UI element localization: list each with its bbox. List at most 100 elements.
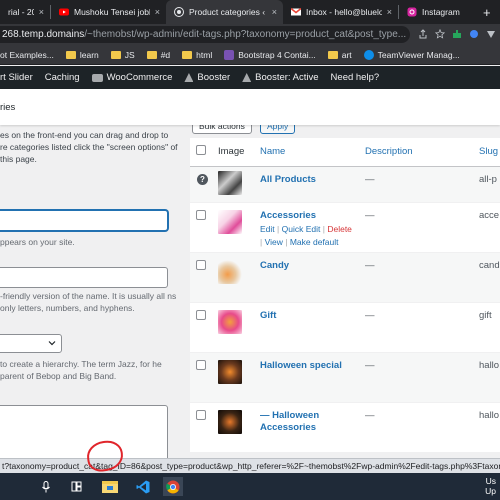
url-host: 268.temp.domains [2,29,85,40]
folder-icon [110,50,121,59]
tab-title: Mushoku Tensei joble [74,7,150,17]
category-thumbnail [218,359,242,384]
share-icon[interactable] [418,28,428,41]
file-explorer-icon[interactable] [100,477,120,496]
category-slug: acce [479,202,500,253]
bookmark-item[interactable]: Bootstrap 4 Contai... [224,49,316,60]
category-description: — [365,302,479,353]
tab-title: rial - 20 [8,7,34,17]
adminbar-item-slider[interactable]: rt Slider [0,72,33,83]
adminbar-item-booster[interactable]: Booster [184,72,230,83]
wp-admin-bar: rt Slider Caching WooCommerce Booster Bo… [0,66,500,89]
category-thumbnail [218,209,242,234]
quick-edit-link[interactable]: Quick Edit [282,224,321,234]
row-checkbox[interactable] [196,209,206,220]
table-row: Gift — gift [190,302,500,353]
extension-icon[interactable] [452,29,462,41]
category-name-link[interactable]: Candy [260,260,289,271]
bookmark-folder[interactable]: html [182,50,212,60]
category-name-link[interactable]: All Products [260,174,316,185]
vscode-icon[interactable] [133,477,153,496]
category-name-link[interactable]: — Halloween Accessories [260,410,330,434]
bookmark-label: learn [79,49,99,60]
booster-icon [184,73,194,82]
bookmark-item[interactable]: TeamViewer Manag... [363,49,460,60]
category-name-link[interactable]: Halloween special [260,360,342,371]
tab-title: Product categories ‹ T [189,7,267,17]
column-header-image: Image [218,138,260,167]
description-textarea[interactable] [0,405,168,458]
new-tab-button[interactable]: + [483,5,491,20]
category-thumbnail [218,170,242,195]
parent-category-select[interactable] [0,334,62,353]
extension-icon-2[interactable] [469,29,479,41]
bookmark-label: #d [160,49,171,60]
bookmark-folder[interactable]: learn [65,49,99,60]
url-field[interactable]: 268.temp.domains /~themobst/wp-admin/edi… [0,26,410,43]
form-intro-text: es on the front-end you can drag and dro… [0,130,178,164]
slug-field[interactable] [0,267,168,288]
teamviewer-icon [363,49,374,60]
bookmark-label: ot Examples... [0,49,54,60]
star-icon[interactable] [434,28,446,41]
close-icon[interactable]: × [155,7,160,17]
bookmark-folder[interactable]: JS [110,50,135,60]
help-icon[interactable]: ? [197,173,208,185]
category-thumbnail [218,309,242,334]
table-row: ? All Products — all-p [190,166,500,203]
browser-tab[interactable]: Instagram [399,0,479,24]
name-field[interactable] [0,210,168,231]
row-checkbox[interactable] [196,309,206,320]
row-checkbox[interactable] [196,259,206,270]
category-name-link[interactable]: Accessories [260,210,365,222]
make-default-link[interactable]: Make default [290,237,339,247]
folder-icon [327,50,338,59]
folder-icon [146,50,157,59]
adminbar-item-help[interactable]: Need help? [331,72,380,83]
browser-tab-strip: rial - 20 × Mushoku Tensei joble × Produ… [0,0,500,24]
extension-icon-3[interactable] [486,29,496,41]
adminbar-label: rt Slider [0,72,33,83]
close-icon[interactable]: × [387,7,392,17]
edit-link[interactable]: Edit [260,224,275,234]
tray-text-line2: Up [485,486,496,496]
close-icon[interactable]: × [39,7,44,17]
tray-text-line1: Us [485,476,496,486]
microphone-icon[interactable] [38,477,54,496]
column-header-description[interactable]: Description [365,138,479,167]
categories-table: Image Name Description Slug ? All Produc… [190,138,500,453]
browser-tab[interactable]: rial - 20 × [0,0,50,24]
system-tray-clock[interactable]: Us Up [485,476,496,496]
bookmark-folder[interactable]: art [327,50,352,60]
adminbar-item-booster-active[interactable]: Booster: Active [242,72,319,83]
wordpress-icon [174,7,184,17]
select-all-checkbox[interactable] [196,145,206,156]
close-icon[interactable]: × [272,7,277,17]
row-checkbox[interactable] [196,359,206,370]
chrome-icon[interactable] [163,477,183,496]
woo-icon [91,73,103,82]
bookmark-folder[interactable]: #d [146,49,171,60]
column-header-slug[interactable]: Slug [479,138,500,167]
bookmark-item[interactable]: ot Examples... [0,50,54,60]
column-header-name[interactable]: Name [260,138,365,167]
browser-tab-active[interactable]: Product categories ‹ T × [166,0,283,24]
folder-icon [182,50,193,59]
instagram-icon [407,7,417,17]
adminbar-item-woocommerce[interactable]: WooCommerce [91,72,172,83]
page-title: ries [0,101,16,113]
browser-tab[interactable]: Mushoku Tensei joble × [51,0,166,24]
slug-hint: -friendly version of the name. It is usu… [0,291,177,313]
browser-tab[interactable]: Inbox - hello@bluelo × [283,0,398,24]
delete-link[interactable]: Delete [327,224,352,234]
adminbar-item-caching[interactable]: Caching [45,72,80,83]
table-row: — Halloween Accessories — hallo [190,402,500,453]
row-checkbox[interactable] [196,409,206,420]
category-name-link[interactable]: Gift [260,310,276,321]
url-path: /~themobst/wp-admin/edit-tags.php?taxono… [84,29,407,40]
view-link[interactable]: View [265,237,283,247]
category-slug: all-p [479,166,500,203]
tab-title: Inbox - hello@bluelo [306,7,382,17]
task-view-icon[interactable] [68,477,84,496]
tab-title: Instagram [422,7,460,17]
